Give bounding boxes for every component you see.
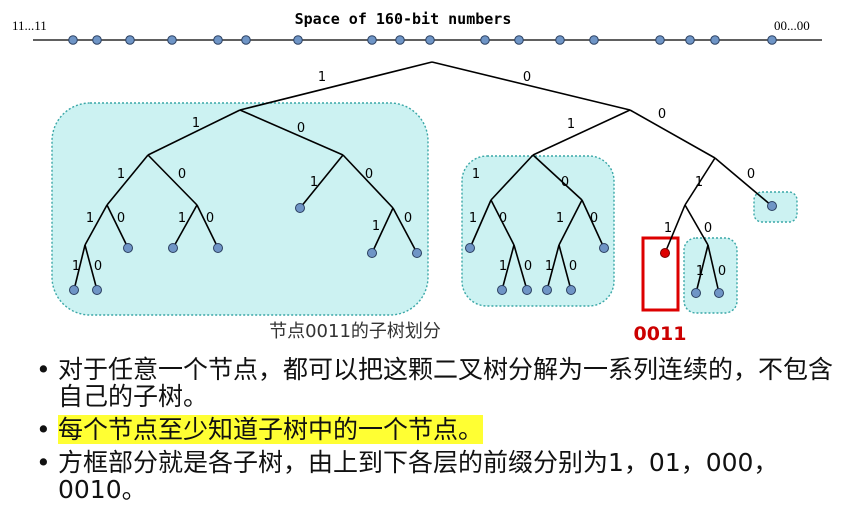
edge-label-zero: 0 <box>206 211 214 226</box>
tree-leaf-node <box>295 203 305 213</box>
edge-label-one: 1 <box>72 259 80 274</box>
edge-label-zero: 0 <box>561 175 569 190</box>
edge-label-zero: 0 <box>365 167 373 182</box>
number-line-node <box>68 35 78 45</box>
subtree-boxes <box>51 102 798 316</box>
edge-label-one: 1 <box>499 259 507 274</box>
edge-label-zero: 0 <box>524 259 532 274</box>
number-line-node <box>555 35 565 45</box>
bullet-item-2: • 每个节点至少知道子树中的一个节点。 <box>36 415 836 444</box>
number-line-node <box>480 35 490 45</box>
target-node-box <box>641 236 680 312</box>
tree-leaf-node <box>542 285 552 295</box>
edge-label-zero: 0 <box>297 121 305 136</box>
number-line-node <box>655 35 665 45</box>
number-line-node <box>395 35 405 45</box>
tree-leaf-node <box>465 243 475 253</box>
bullet-marker: • <box>36 355 51 384</box>
tree-leaf-node <box>691 288 701 298</box>
number-line-node <box>293 35 303 45</box>
edge-label-one: 1 <box>472 167 480 182</box>
edge-label-one: 1 <box>556 211 564 226</box>
bullet-item-3: • 方框部分就是各子树，由上到下各层的前缀分别为1，01，000，0010。 <box>36 449 836 503</box>
tree-edge <box>714 157 773 207</box>
tree-leaf-node <box>412 248 422 258</box>
edge-label-one: 1 <box>86 211 94 226</box>
number-line-node <box>710 35 720 45</box>
edge-label-zero: 0 <box>178 167 186 182</box>
edge-label-zero: 0 <box>658 107 666 122</box>
bullet-marker: • <box>36 448 51 477</box>
edge-label-one: 1 <box>695 175 703 190</box>
edge-label-zero: 0 <box>499 211 507 226</box>
target-node-label: 0011 <box>634 323 687 345</box>
number-line-node <box>514 35 524 45</box>
tree-leaf-node <box>767 201 777 211</box>
number-line-node <box>167 35 177 45</box>
edge-label-zero: 0 <box>404 211 412 226</box>
edge-label-one: 1 <box>567 117 575 132</box>
bullet-text: 方框部分就是各子树，由上到下各层的前缀分别为1，01，000，0010。 <box>58 448 779 504</box>
tree-leaf-node <box>92 285 102 295</box>
tree-leaf-node <box>522 285 532 295</box>
number-line-node <box>125 35 135 45</box>
number-line-title: Space of 160-bit numbers <box>295 10 512 28</box>
tree-edge <box>629 109 716 159</box>
number-line-node <box>213 35 223 45</box>
tree-edge <box>532 109 631 156</box>
edge-label-one: 1 <box>664 221 672 236</box>
edge-label-one: 1 <box>178 211 186 226</box>
edge-label-zero: 0 <box>747 167 755 182</box>
edge-label-one: 1 <box>192 116 200 131</box>
edge-label-zero: 0 <box>94 259 102 274</box>
bullet-list: • 对于任意一个节点，都可以把这颗二叉树分解为一系列连续的，不包含自己的子树。 … <box>36 356 836 509</box>
number-line-node <box>367 35 377 45</box>
tree-caption: 节点0011的子树划分 <box>269 321 441 342</box>
tree-leaf-node <box>168 243 178 253</box>
edge-label-one: 1 <box>545 259 553 274</box>
edge-label-zero: 0 <box>704 221 712 236</box>
tree-leaf-node <box>123 243 133 253</box>
edge-label-zero: 0 <box>569 259 577 274</box>
edge-label-zero: 0 <box>523 70 531 85</box>
number-line-node <box>241 35 251 45</box>
edge-label-zero: 0 <box>590 211 598 226</box>
subtree-box-prefix-01 <box>461 155 615 307</box>
edge-label-one: 1 <box>469 211 477 226</box>
edge-label-zero: 0 <box>117 211 125 226</box>
tree-leaf-node <box>69 285 79 295</box>
tree-leaf-node <box>566 285 576 295</box>
tree-leaf-node <box>714 288 724 298</box>
edge-label-one: 1 <box>117 167 125 182</box>
subtree-box-prefix-0010 <box>683 237 738 314</box>
tree-leaf-node <box>599 243 609 253</box>
number-line-left-label: 11...11 <box>12 18 47 33</box>
number-line-right-label: 00...00 <box>774 18 810 33</box>
edge-label-one: 1 <box>696 264 704 279</box>
tree-leaf-node <box>213 243 223 253</box>
target-node <box>660 248 670 258</box>
edge-label-zero: 0 <box>718 264 726 279</box>
number-line-node <box>92 35 102 45</box>
tree-leaf-node <box>367 248 377 258</box>
bullet-marker: • <box>36 415 51 444</box>
edge-label-one: 1 <box>310 175 318 190</box>
number-line-node <box>685 35 695 45</box>
number-line-node <box>767 35 777 45</box>
bullet-text: 对于任意一个节点，都可以把这颗二叉树分解为一系列连续的，不包含自己的子树。 <box>58 355 834 411</box>
binary-tree-diagram: Space of 160-bit numbers 11...11 00...00… <box>12 10 822 345</box>
number-line-node <box>589 35 599 45</box>
bullet-text-highlighted: 每个节点至少知道子树中的一个节点。 <box>58 415 484 444</box>
edge-label-one: 1 <box>372 219 380 234</box>
tree-leaf-node <box>497 285 507 295</box>
bullet-item-1: • 对于任意一个节点，都可以把这颗二叉树分解为一系列连续的，不包含自己的子树。 <box>36 356 836 410</box>
number-line-node <box>425 35 435 45</box>
edge-label-one: 1 <box>318 70 326 85</box>
